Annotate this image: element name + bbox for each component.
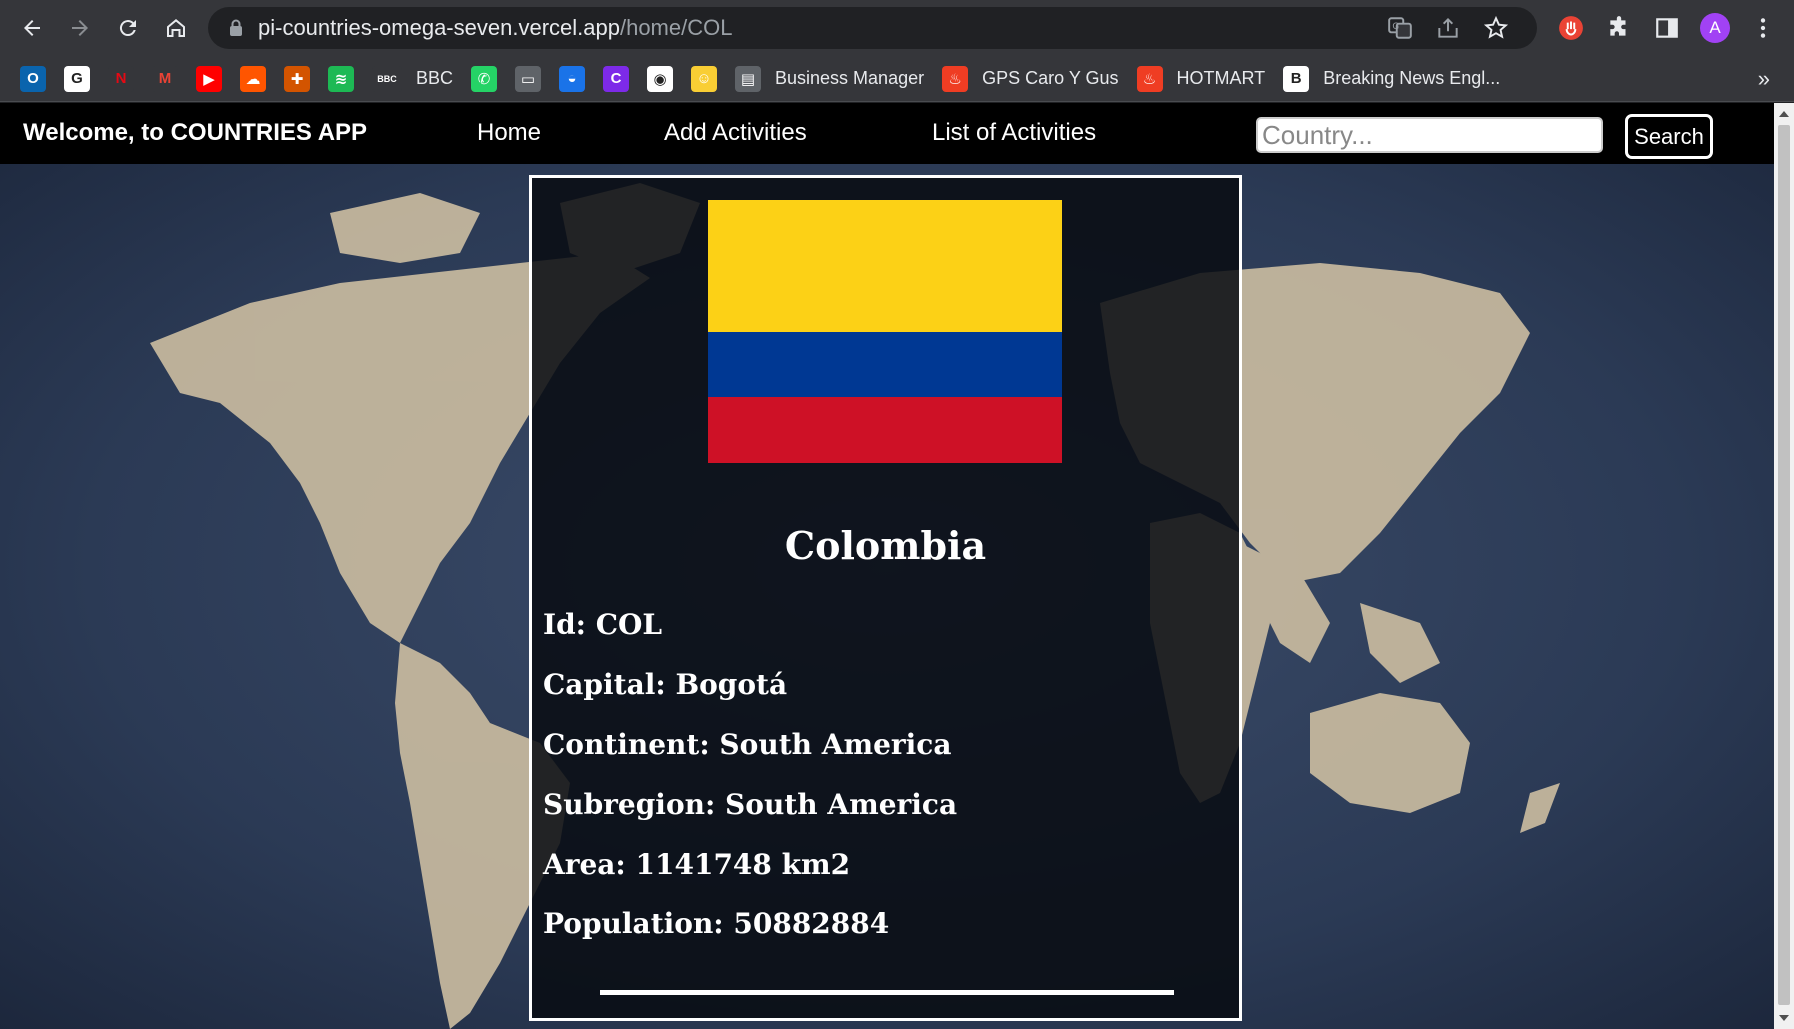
flame-icon: ♨ bbox=[942, 65, 969, 92]
bookmark-item[interactable]: ✚ bbox=[284, 61, 310, 97]
bookmark-item[interactable]: ♨ GPS Caro Y Gus bbox=[942, 61, 1119, 97]
scroll-up-arrow-icon[interactable] bbox=[1779, 111, 1789, 117]
country-id: Id: COL bbox=[543, 608, 663, 641]
country-population: Population: 50882884 bbox=[543, 907, 890, 940]
translate-icon[interactable]: G bbox=[1387, 15, 1413, 41]
page-viewport: Welcome, to COUNTRIES APP Home Add Activ… bbox=[0, 103, 1774, 1029]
svg-text:G: G bbox=[1392, 22, 1399, 32]
forward-arrow-icon[interactable] bbox=[56, 4, 104, 52]
bookmark-item[interactable]: ▭ bbox=[515, 61, 542, 97]
kebab-menu-icon[interactable] bbox=[1748, 13, 1778, 43]
browser-toolbar: pi-countries-omega-seven.vercel.app/home… bbox=[0, 0, 1794, 56]
bbc-icon: BBC bbox=[372, 65, 402, 92]
search-button[interactable]: Search bbox=[1625, 114, 1713, 159]
star-icon[interactable] bbox=[1483, 15, 1509, 41]
app-brand-title[interactable]: Welcome, to COUNTRIES APP bbox=[23, 119, 367, 147]
url-text[interactable]: pi-countries-omega-seven.vercel.app/home… bbox=[258, 15, 732, 41]
url-path: /home/COL bbox=[619, 15, 733, 40]
country-area: Area: 1141748 km2 bbox=[543, 848, 851, 881]
home-icon[interactable] bbox=[152, 4, 200, 52]
reload-icon[interactable] bbox=[104, 4, 152, 52]
profile-avatar[interactable]: A bbox=[1700, 13, 1730, 43]
scrollbar-thumb[interactable] bbox=[1778, 125, 1790, 1005]
bookmark-item[interactable]: ▤ Business Manager bbox=[735, 61, 924, 97]
back-arrow-icon[interactable] bbox=[8, 4, 56, 52]
folder-icon: ▭ bbox=[515, 65, 542, 92]
whatsapp-icon: ✆ bbox=[471, 65, 498, 92]
bookmark-label: Business Manager bbox=[775, 68, 925, 88]
country-continent: Continent: South America bbox=[543, 728, 952, 761]
gmail-icon: M bbox=[152, 65, 178, 92]
url-host: pi-countries-omega-seven.vercel.app bbox=[258, 15, 620, 40]
spotify-icon: ≋ bbox=[328, 65, 354, 92]
bookmark-item[interactable]: ♨ HOTMART bbox=[1136, 61, 1266, 97]
scroll-down-arrow-icon[interactable] bbox=[1779, 1015, 1789, 1021]
side-panel-icon[interactable] bbox=[1652, 13, 1682, 43]
flame-icon: ♨ bbox=[1136, 65, 1163, 92]
bookmarks-bar: O G N M ▶ ☁ ✚ ≋ BBC BBC ✆ ▭ ◒ C ◉ ☺ ▤ Business Manager ♨ GP… bbox=[0, 56, 1794, 102]
canva-icon: C bbox=[603, 65, 630, 92]
bookmark-item[interactable]: M bbox=[152, 61, 178, 97]
country-detail-card: Colombia Id: COL Capital: Bogotá Contine… bbox=[529, 175, 1242, 1021]
google-icon: G bbox=[64, 65, 90, 92]
nav-link-list-of-activities[interactable]: List of Activities bbox=[932, 119, 1096, 147]
country-flag bbox=[708, 200, 1062, 463]
flag-stripe-yellow bbox=[708, 200, 1062, 332]
bookmark-item[interactable]: ≋ bbox=[328, 61, 354, 97]
bookmark-item[interactable]: G bbox=[64, 61, 90, 97]
app-navbar: Welcome, to COUNTRIES APP Home Add Activ… bbox=[0, 103, 1774, 164]
bookmark-item[interactable]: C bbox=[603, 61, 630, 97]
shield-crest-icon: ✚ bbox=[284, 65, 310, 92]
bookmark-item[interactable]: ◒ bbox=[559, 61, 586, 97]
bookmarks-overflow-icon[interactable]: » bbox=[1758, 66, 1770, 92]
panda-icon: ◉ bbox=[647, 65, 674, 92]
bookmark-item[interactable]: ☁ bbox=[240, 61, 266, 97]
bookmark-item[interactable]: ▶ bbox=[196, 61, 222, 97]
address-bar[interactable]: pi-countries-omega-seven.vercel.app/home… bbox=[208, 7, 1537, 49]
bookmark-label: GPS Caro Y Gus bbox=[982, 68, 1119, 88]
flag-stripe-blue bbox=[708, 331, 1062, 398]
bookmark-item[interactable]: ☺ bbox=[691, 61, 718, 97]
outlook-icon: O bbox=[20, 65, 46, 92]
business-manager-icon: ▤ bbox=[735, 65, 762, 92]
emoji-icon: ☺ bbox=[691, 65, 718, 92]
bookmark-item[interactable]: N bbox=[108, 61, 134, 97]
page-scrollbar[interactable] bbox=[1774, 103, 1794, 1029]
nav-link-home[interactable]: Home bbox=[477, 119, 541, 147]
breaking-news-icon: B bbox=[1283, 65, 1310, 92]
netflix-icon: N bbox=[108, 65, 134, 92]
country-name: Colombia bbox=[784, 523, 987, 568]
bookmark-item[interactable]: B Breaking News Engl... bbox=[1283, 61, 1500, 97]
lock-icon[interactable] bbox=[228, 19, 244, 37]
country-subregion: Subregion: South America bbox=[543, 788, 958, 821]
soundcloud-icon: ☁ bbox=[240, 65, 266, 92]
youtube-icon: ▶ bbox=[196, 65, 222, 92]
puzzle-icon[interactable] bbox=[1604, 13, 1634, 43]
card-divider bbox=[600, 990, 1174, 995]
share-icon[interactable] bbox=[1435, 15, 1461, 41]
bookmark-item[interactable]: ✆ bbox=[471, 61, 498, 97]
extension-red-icon[interactable] bbox=[1556, 13, 1586, 43]
bookmark-item[interactable]: ◉ bbox=[647, 61, 674, 97]
bookmark-item[interactable]: O bbox=[20, 61, 46, 97]
bookmark-item[interactable]: BBC BBC bbox=[372, 61, 453, 97]
country-capital: Capital: Bogotá bbox=[543, 668, 788, 701]
flag-stripe-red bbox=[708, 397, 1062, 463]
bookmark-label: Breaking News Engl... bbox=[1323, 68, 1501, 88]
bookmark-label: HOTMART bbox=[1176, 68, 1266, 88]
app-blue-icon: ◒ bbox=[559, 65, 586, 92]
bookmark-label: BBC bbox=[416, 68, 454, 88]
country-search-input[interactable] bbox=[1256, 117, 1603, 153]
nav-link-add-activities[interactable]: Add Activities bbox=[664, 119, 807, 147]
